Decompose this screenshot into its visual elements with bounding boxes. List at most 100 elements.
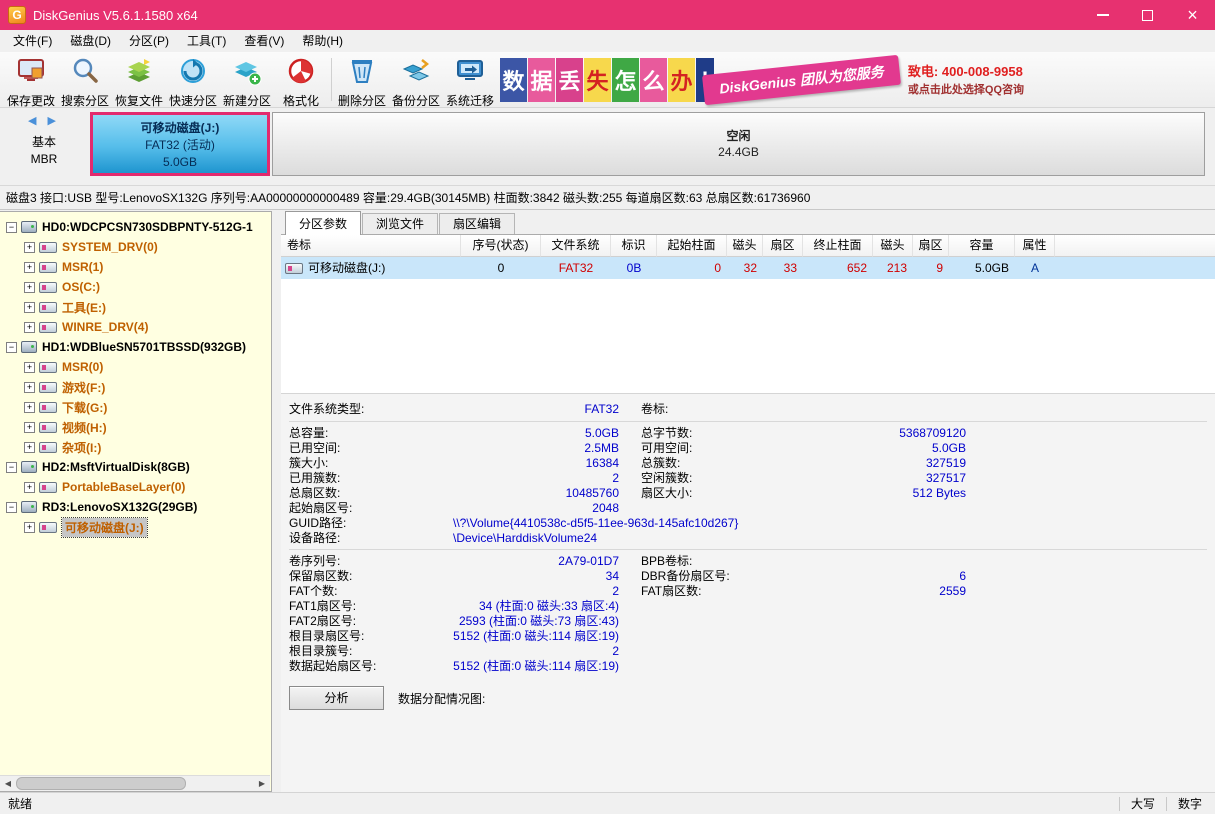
next-disk-arrow-icon[interactable] xyxy=(48,115,60,127)
status-separator xyxy=(1119,797,1120,811)
promo-banner[interactable]: 数 据 丢 失 怎 么 办 ! DiskGenius 团队为您服务 致电: 40… xyxy=(500,54,1024,106)
search-partition-button[interactable]: 搜索分区 xyxy=(58,52,112,107)
expand-icon[interactable] xyxy=(24,422,35,433)
expand-icon[interactable] xyxy=(24,282,35,293)
expand-icon[interactable] xyxy=(24,362,35,373)
detail-label: GUID路径: xyxy=(289,516,439,531)
tree-item-partition[interactable]: MSR(1) xyxy=(0,257,271,277)
menu-file[interactable]: 文件(F) xyxy=(4,30,61,52)
delete-partition-button[interactable]: 删除分区 xyxy=(335,52,389,107)
collapse-icon[interactable] xyxy=(6,222,17,233)
column-header[interactable]: 卷标 xyxy=(281,235,461,257)
expand-icon[interactable] xyxy=(24,522,35,533)
tree-horizontal-scrollbar[interactable] xyxy=(0,775,270,791)
menu-partition[interactable]: 分区(P) xyxy=(120,30,178,52)
table-row-selected[interactable]: 可移动磁盘(J:) 0 FAT32 0B 0 32 33 652 213 9 5… xyxy=(281,257,1215,279)
partition-block-removable[interactable]: 可移动磁盘(J:) FAT32 (活动) 5.0GB xyxy=(90,112,270,176)
tree-item-partition[interactable]: 视频(H:) xyxy=(0,417,271,437)
tree-item-partition[interactable]: SYSTEM_DRV(0) xyxy=(0,237,271,257)
minimize-button[interactable] xyxy=(1080,0,1125,30)
tree-item-partition[interactable]: 杂项(I:) xyxy=(0,437,271,457)
maximize-icon xyxy=(1142,10,1153,21)
menu-tools[interactable]: 工具(T) xyxy=(178,30,235,52)
menu-help[interactable]: 帮助(H) xyxy=(293,30,352,52)
analyze-button[interactable]: 分析 xyxy=(289,686,384,710)
detail-label: 总容量: xyxy=(289,426,439,441)
menu-disk[interactable]: 磁盘(D) xyxy=(61,30,120,52)
tree-item-partition[interactable]: 下载(G:) xyxy=(0,397,271,417)
prev-disk-arrow-icon[interactable] xyxy=(28,115,40,127)
save-changes-button[interactable]: 保存更改 xyxy=(4,52,58,107)
tree-item-partition[interactable]: 工具(E:) xyxy=(0,297,271,317)
new-partition-button[interactable]: 新建分区 xyxy=(220,52,274,107)
disk-scheme-label: 基本 xyxy=(0,133,88,150)
tree-item-partition[interactable]: MSR(0) xyxy=(0,357,271,377)
column-header[interactable]: 磁头 xyxy=(873,235,913,257)
expand-icon[interactable] xyxy=(24,402,35,413)
status-bar: 就绪 大写 数字 xyxy=(0,792,1215,814)
detail-value: 2 xyxy=(439,644,619,659)
column-header[interactable]: 属性 xyxy=(1015,235,1055,257)
promo-tile: 据 xyxy=(528,58,555,102)
collapse-icon[interactable] xyxy=(6,502,17,513)
tree-item-partition[interactable]: OS(C:) xyxy=(0,277,271,297)
disk-tree-panel: HD0:WDCPCSN730SDBPNTY-512G-1 SYSTEM_DRV(… xyxy=(0,211,272,792)
tree-item-partition-selected[interactable]: 可移动磁盘(J:) xyxy=(0,517,271,537)
expand-icon[interactable] xyxy=(24,482,35,493)
column-header[interactable]: 终止柱面 xyxy=(803,235,873,257)
expand-icon[interactable] xyxy=(24,442,35,453)
tree-item-disk-hd2[interactable]: HD2:MsftVirtualDisk(8GB) xyxy=(0,457,271,477)
expand-icon[interactable] xyxy=(24,322,35,333)
menu-view[interactable]: 查看(V) xyxy=(235,30,293,52)
column-header[interactable]: 容量 xyxy=(949,235,1015,257)
cell-end-cylinder: 652 xyxy=(803,257,873,279)
recover-files-button[interactable]: 恢复文件 xyxy=(112,52,166,107)
collapse-icon[interactable] xyxy=(6,462,17,473)
expand-icon[interactable] xyxy=(24,382,35,393)
detail-label: 总簇数: xyxy=(641,456,786,471)
tree-item-partition[interactable]: WINRE_DRV(4) xyxy=(0,317,271,337)
column-header[interactable]: 扇区 xyxy=(763,235,803,257)
quick-partition-button[interactable]: 快速分区 xyxy=(166,52,220,107)
tool-label: 快速分区 xyxy=(169,92,217,109)
detail-value: 5152 (柱面:0 磁头:114 扇区:19) xyxy=(439,659,619,674)
collapse-icon[interactable] xyxy=(6,342,17,353)
column-header[interactable]: 起始柱面 xyxy=(657,235,727,257)
maximize-button[interactable] xyxy=(1125,0,1170,30)
tab-browse-files[interactable]: 浏览文件 xyxy=(362,213,438,234)
tree-item-disk-rd3[interactable]: RD3:LenovoSX132G(29GB) xyxy=(0,497,271,517)
tree-item-disk-hd1[interactable]: HD1:WDBlueSN5701TBSSD(932GB) xyxy=(0,337,271,357)
promo-tile: 办 xyxy=(668,58,695,102)
tree-item-partition[interactable]: 游戏(F:) xyxy=(0,377,271,397)
expand-icon[interactable] xyxy=(24,242,35,253)
system-migration-icon xyxy=(455,56,485,89)
partition-icon xyxy=(39,302,57,313)
system-migration-button[interactable]: 系统迁移 xyxy=(443,52,497,107)
partition-block-free[interactable]: 空闲 24.4GB xyxy=(272,112,1205,176)
column-header[interactable]: 文件系统 xyxy=(541,235,611,257)
scroll-right-arrow-icon[interactable] xyxy=(254,776,270,791)
panel-splitter[interactable] xyxy=(272,211,281,792)
promo-ribbon: DiskGenius 团队为您服务 xyxy=(702,55,901,105)
tree-item-partition[interactable]: PortableBaseLayer(0) xyxy=(0,477,271,497)
tab-sector-edit[interactable]: 扇区编辑 xyxy=(439,213,515,234)
column-header[interactable]: 标识 xyxy=(611,235,657,257)
expand-icon[interactable] xyxy=(24,302,35,313)
detail-label: 数据起始扇区号: xyxy=(289,659,439,674)
tree-item-disk-hd0[interactable]: HD0:WDCPCSN730SDBPNTY-512G-1 xyxy=(0,217,271,237)
partition-icon xyxy=(39,322,57,333)
tab-partition-parameters[interactable]: 分区参数 xyxy=(285,211,361,235)
column-header[interactable]: 扇区 xyxy=(913,235,949,257)
expand-icon[interactable] xyxy=(24,262,35,273)
column-header[interactable]: 序号(状态) xyxy=(461,235,541,257)
column-header[interactable]: 磁头 xyxy=(727,235,763,257)
partition-icon xyxy=(39,482,57,493)
promo-qq-link[interactable]: 或点击此处选择QQ咨询 xyxy=(908,82,1024,99)
scroll-left-arrow-icon[interactable] xyxy=(0,776,16,791)
backup-partition-button[interactable]: 备份分区 xyxy=(389,52,443,107)
quick-partition-icon xyxy=(178,56,208,89)
format-button[interactable]: 格式化 xyxy=(274,52,328,107)
disk-icon xyxy=(21,461,37,473)
scrollbar-thumb[interactable] xyxy=(16,777,186,790)
close-button[interactable] xyxy=(1170,0,1215,30)
